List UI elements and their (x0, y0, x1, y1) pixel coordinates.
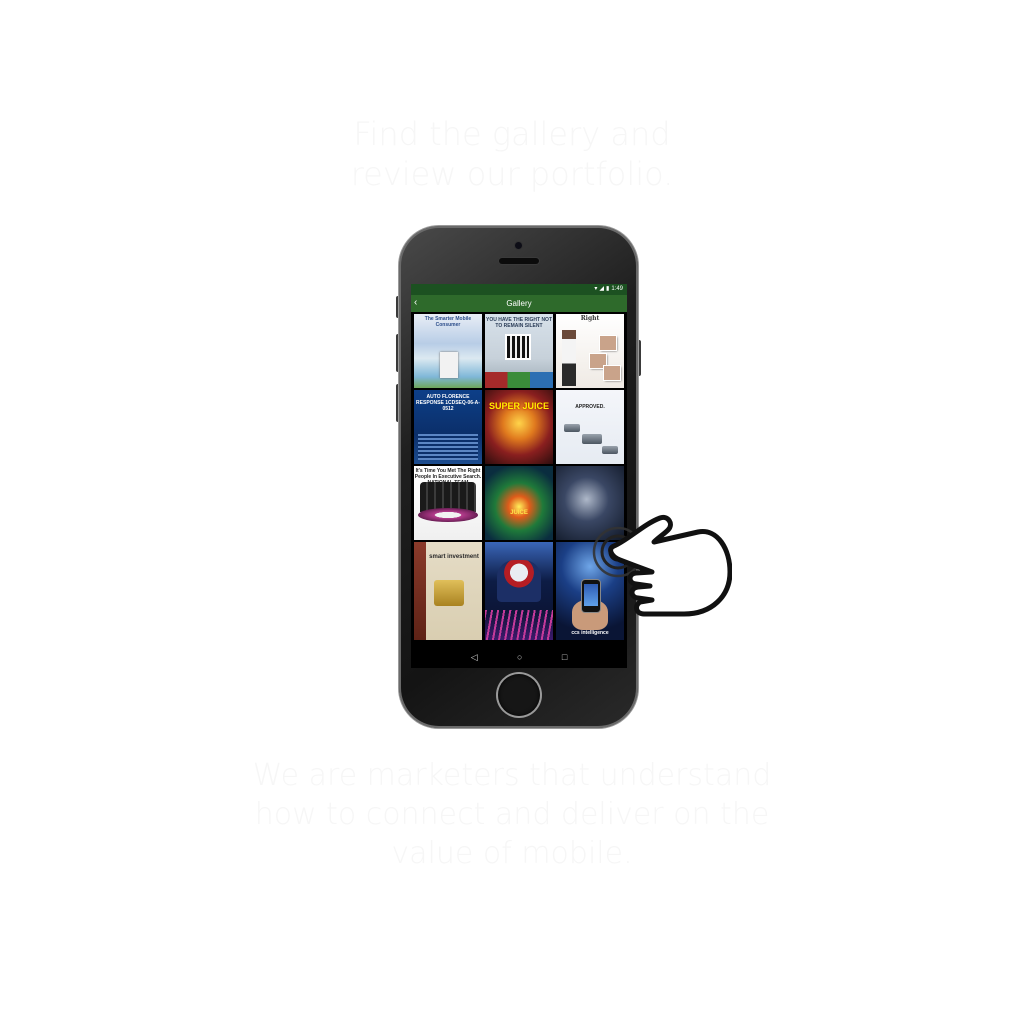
tagline-line-1: We are marketers that understand (252, 758, 772, 793)
gallery-item[interactable]: It's Time You Met The Right People In Ex… (414, 466, 482, 540)
app-bar: ‹ Gallery (411, 295, 627, 312)
square-recents-icon[interactable]: □ (562, 646, 567, 668)
gallery-item-caption: smart investment (429, 554, 479, 560)
earpiece-speaker (499, 258, 539, 264)
promo-headline: Find the gallery and review our portfoli… (312, 114, 712, 194)
gallery-item[interactable]: The Smarter Mobile Consumer (414, 314, 482, 388)
gallery-item-caption: ccs intelligence (571, 630, 609, 636)
gallery-item[interactable]: Right (556, 314, 624, 388)
gallery-item-graphic (604, 366, 620, 380)
promo-tagline: We are marketers that understand how to … (212, 756, 812, 873)
battery-icon: ▮ (606, 286, 610, 292)
gallery-item[interactable]: smart investment (414, 542, 482, 640)
app-bar-title: Gallery (506, 299, 532, 308)
gallery-item[interactable]: APPROVED. (556, 390, 624, 464)
system-nav-bar: ◁ ○ □ (411, 646, 627, 668)
home-button[interactable] (498, 674, 540, 716)
gallery-item-graphic (440, 352, 458, 378)
gallery-item-caption: SUPER JUICE (488, 401, 550, 411)
gallery-item-graphic (418, 434, 478, 460)
triangle-back-icon[interactable]: ◁ (471, 646, 478, 668)
gallery-item-caption: AUTO FLORENCE RESPONSE 1CDSEQ-06-A-0512 (416, 394, 480, 412)
gallery-item-graphic (582, 434, 602, 444)
status-bar: ▾ ◢ ▮ 1:49 (411, 284, 627, 295)
gallery-item-caption: YOU HAVE THE RIGHT NOT TO REMAIN SILENT (485, 317, 553, 329)
gallery-item-caption: JUICE (510, 510, 528, 516)
gallery-item-graphic (602, 446, 618, 454)
tagline-line-2: how to connect and deliver on the (254, 797, 770, 832)
gallery-item[interactable]: YOU HAVE THE RIGHT NOT TO REMAIN SILENT (485, 314, 553, 388)
status-time: 1:49 (611, 286, 623, 292)
gallery-item-graphic (485, 610, 553, 640)
gallery-item-caption: APPROVED. (575, 404, 605, 410)
gallery-item-graphic (434, 580, 464, 606)
gallery-item[interactable] (485, 542, 553, 640)
gallery-item[interactable]: JUICE (485, 466, 553, 540)
gallery-item-graphic (564, 424, 580, 432)
signal-icon: ◢ (599, 286, 604, 292)
tap-hand-icon (592, 514, 732, 617)
gallery-item-graphic (497, 560, 541, 602)
headline-line-2: review our portfolio. (350, 155, 674, 193)
gallery-item-graphic (414, 542, 426, 640)
wifi-icon: ▾ (594, 286, 598, 292)
gallery-item-graphic (485, 372, 553, 388)
tagline-line-3: value of mobile. (391, 836, 633, 871)
gallery-item-graphic (562, 330, 576, 386)
headline-line-1: Find the gallery and (353, 115, 671, 153)
chevron-left-icon[interactable]: ‹ (414, 295, 424, 312)
front-camera (515, 242, 522, 249)
gallery-item-caption: The Smarter Mobile Consumer (424, 316, 472, 328)
gallery-item-graphic (600, 336, 616, 350)
gallery-item[interactable]: SUPER JUICE (485, 390, 553, 464)
gallery-item-graphic (418, 508, 478, 522)
gallery-item-caption: Right (580, 315, 600, 322)
qr-code-graphic (505, 334, 531, 360)
gallery-item[interactable]: AUTO FLORENCE RESPONSE 1CDSEQ-06-A-0512 (414, 390, 482, 464)
circle-home-icon[interactable]: ○ (517, 646, 522, 668)
